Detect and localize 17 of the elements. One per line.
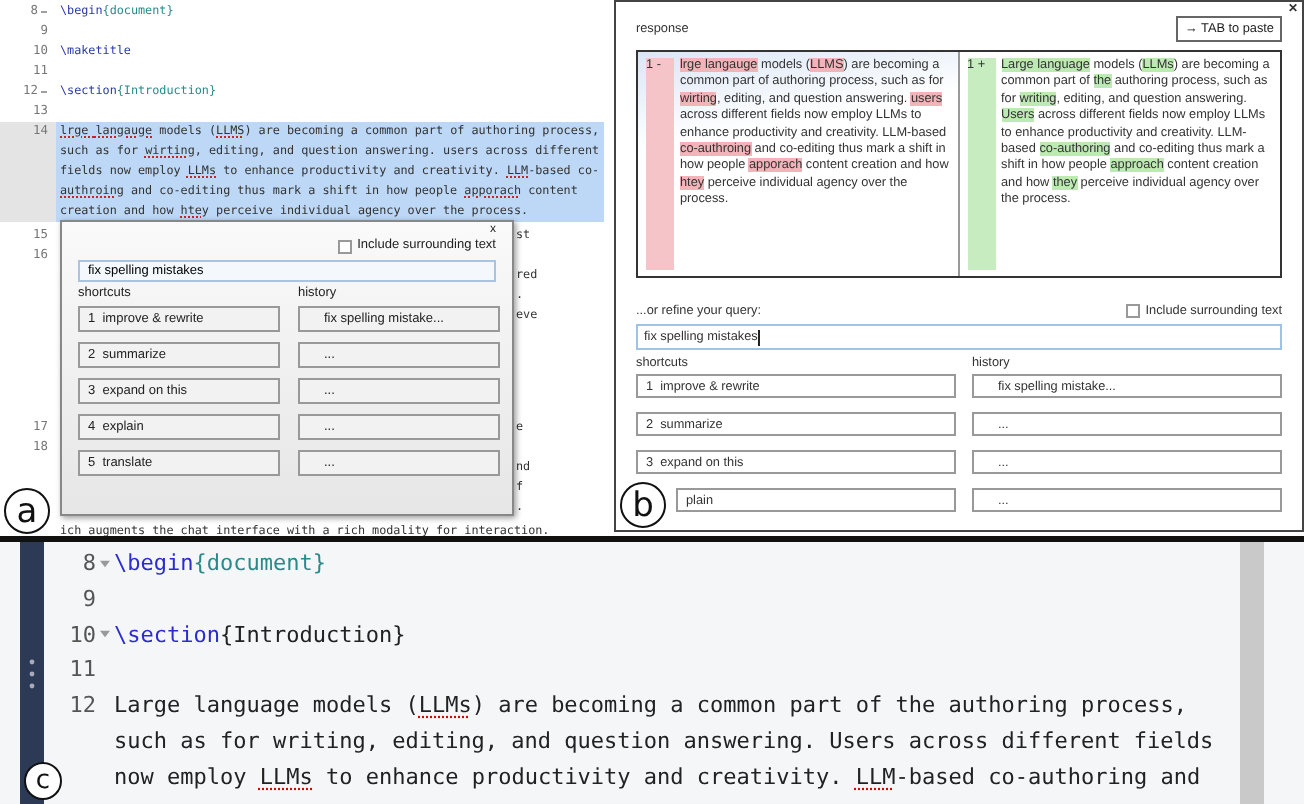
- code-line: Large language models (LLMs) are becoming a common part of the authoring process, such as for writing, editing, and question answering. Users across different fields now employ LLMs to enhance productivity and creativity. LLM-based co-authoring and: [112, 690, 1216, 794]
- grip-icon[interactable]: [28, 657, 36, 689]
- panel-label: a: [4, 488, 50, 534]
- line-number: 12: [69, 690, 96, 723]
- fold-marker-icon[interactable]: [40, 88, 48, 96]
- code-line: \begin{document}: [112, 548, 328, 580]
- line-number: 8: [82, 548, 96, 580]
- scrollbar[interactable]: [1240, 542, 1264, 804]
- fold-caret-icon[interactable]: [100, 559, 110, 568]
- line-number: 11: [69, 654, 96, 687]
- panel-label: c: [24, 762, 62, 800]
- fold-caret-icon[interactable]: [100, 630, 110, 639]
- fold-marker-icon[interactable]: [40, 8, 48, 16]
- panel-label: b: [620, 482, 666, 528]
- code-line: \section{Introduction}: [112, 619, 408, 652]
- line-number: 9: [82, 583, 96, 616]
- line-number: 10: [69, 619, 96, 652]
